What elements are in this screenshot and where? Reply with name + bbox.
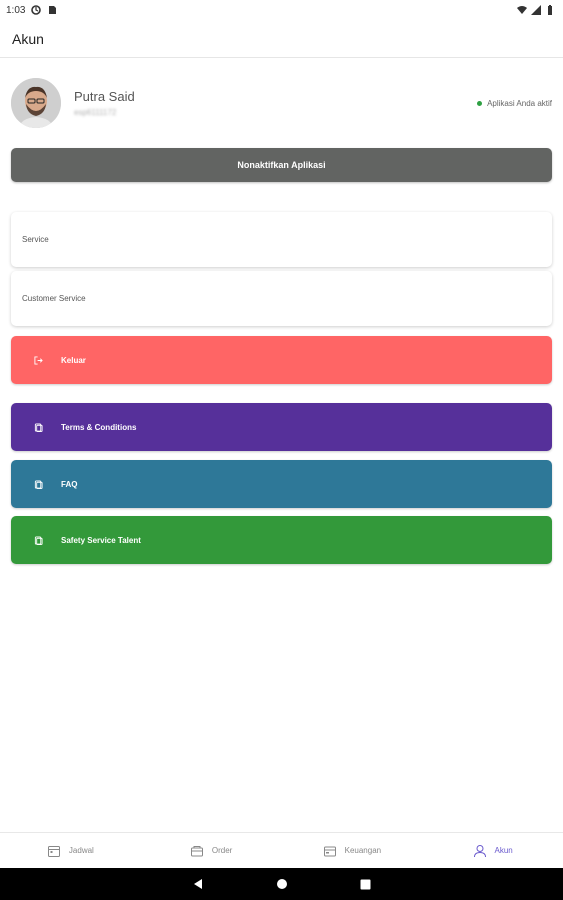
terms-conditions-button[interactable]: Terms & Conditions <box>11 403 552 451</box>
signal-icon <box>531 5 541 15</box>
nav-label-akun: Akun <box>494 846 513 855</box>
faq-button[interactable]: FAQ <box>11 460 552 508</box>
sync-icon <box>31 5 42 15</box>
battery-icon <box>545 5 555 15</box>
customer-service-card[interactable]: Customer Service <box>11 271 552 326</box>
back-icon[interactable] <box>191 877 205 891</box>
faq-label: FAQ <box>61 479 78 489</box>
app-bar: Akun <box>0 20 563 58</box>
logout-label: Keluar <box>61 355 86 365</box>
nav-label-order: Order <box>211 846 233 855</box>
service-card[interactable]: Service <box>11 212 552 267</box>
avatar[interactable] <box>11 78 61 128</box>
nav-item-order[interactable]: Order <box>141 833 282 868</box>
wallet-icon <box>323 844 337 858</box>
safety-service-talent-button[interactable]: Safety Service Talent <box>11 516 552 564</box>
safety-service-talent-label: Safety Service Talent <box>61 535 141 545</box>
service-label: Service <box>22 235 49 244</box>
profile-id: esp6111172 <box>74 108 117 117</box>
calendar-icon <box>47 844 61 858</box>
document-icon <box>33 535 43 545</box>
nav-label-jadwal: Jadwal <box>68 846 94 855</box>
status-time: 1:03 <box>6 4 26 16</box>
system-nav-bar <box>0 868 563 900</box>
nav-item-jadwal[interactable]: Jadwal <box>0 833 141 868</box>
logout-button[interactable]: Keluar <box>11 336 552 384</box>
bottom-nav: Jadwal Order Keuangan Akun <box>0 832 563 868</box>
home-icon[interactable] <box>275 877 289 891</box>
deactivate-app-button[interactable]: Nonaktifkan Aplikasi <box>11 148 552 182</box>
status-right <box>517 5 555 15</box>
app-status: Aplikasi Anda aktif <box>477 99 552 108</box>
status-dot-icon <box>477 100 483 106</box>
logout-icon <box>33 355 43 365</box>
wifi-icon <box>517 5 527 15</box>
document-icon <box>33 479 43 489</box>
nav-label-keuangan: Keuangan <box>344 846 382 855</box>
app-status-text: Aplikasi Anda aktif <box>487 98 552 108</box>
customer-service-label: Customer Service <box>22 294 86 303</box>
status-bar: 1:03 <box>0 0 563 20</box>
nav-item-akun[interactable]: Akun <box>422 833 563 868</box>
status-left: 1:03 <box>6 5 57 16</box>
profile-text: Putra Said esp6111172 <box>74 89 135 117</box>
terms-conditions-label: Terms & Conditions <box>61 422 137 432</box>
page-title: Akun <box>12 30 44 47</box>
user-icon <box>473 844 487 858</box>
document-icon <box>33 422 43 432</box>
box-icon <box>190 844 204 858</box>
recents-icon[interactable] <box>359 877 373 891</box>
profile-name: Putra Said <box>74 89 135 104</box>
profile-header: Putra Said esp6111172 Aplikasi Anda akti… <box>0 72 563 134</box>
nav-item-keuangan[interactable]: Keuangan <box>282 833 423 868</box>
sim-card-icon <box>47 5 57 15</box>
